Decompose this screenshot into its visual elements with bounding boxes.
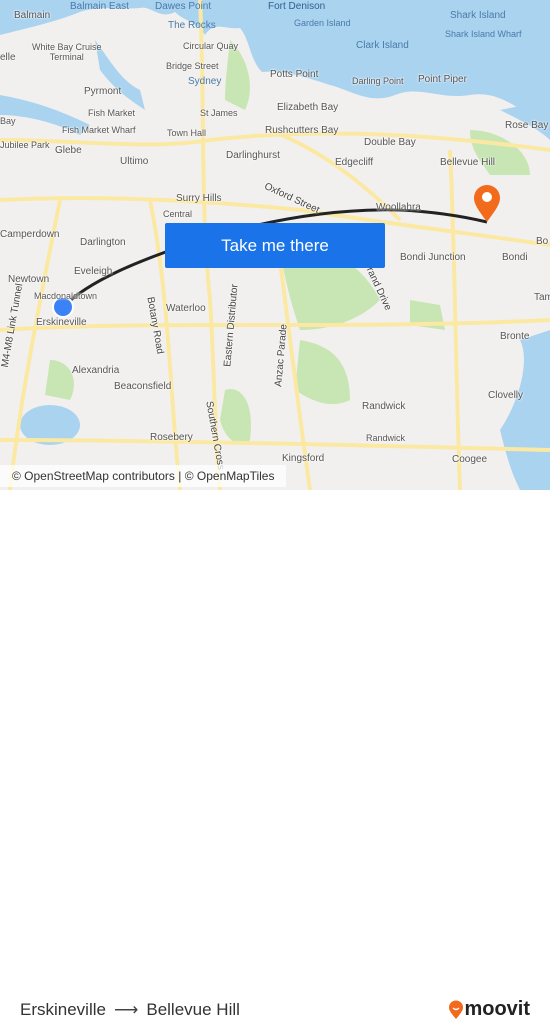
map-label: Balmain East bbox=[70, 1, 129, 12]
map-label: Randwick bbox=[366, 433, 406, 443]
map-attribution[interactable]: © OpenStreetMap contributors | © OpenMap… bbox=[0, 465, 287, 487]
map-label: Edgecliff bbox=[335, 157, 374, 168]
map-label: Tam bbox=[534, 292, 550, 303]
destination-name: Bellevue Hill bbox=[146, 1000, 240, 1019]
map-label: Beaconsfield bbox=[114, 381, 172, 392]
map-label: Waterloo bbox=[166, 303, 206, 314]
map-label: Pyrmont bbox=[84, 86, 122, 97]
map-label: Dawes Point bbox=[155, 1, 212, 12]
map-label: Garden Island bbox=[294, 18, 351, 28]
map-label: Eveleigh bbox=[74, 266, 113, 277]
map-label: Shark Island Wharf bbox=[445, 29, 522, 39]
map-label: Coogee bbox=[452, 454, 488, 465]
map-label: St James bbox=[200, 108, 238, 118]
take-me-there-button[interactable]: Take me there bbox=[165, 223, 385, 268]
origin-name: Erskineville bbox=[20, 1000, 106, 1019]
map-label: Randwick bbox=[362, 401, 406, 412]
arrow-right-icon: ⟶ bbox=[113, 1000, 139, 1019]
map-label: Bay bbox=[0, 116, 16, 126]
ocean bbox=[500, 330, 550, 490]
map-label: Bondi bbox=[502, 252, 528, 263]
map-label: Camperdown bbox=[0, 229, 60, 240]
map-label: Point Piper bbox=[418, 74, 467, 85]
map-label: Glebe bbox=[55, 145, 82, 156]
map-label: The Rocks bbox=[168, 20, 216, 31]
map-label: Alexandria bbox=[72, 365, 120, 376]
map-label: Fort Denison bbox=[268, 1, 326, 12]
map-label: elle bbox=[0, 52, 16, 63]
map-label: Rosebery bbox=[150, 432, 193, 443]
map-label: Fish Market bbox=[88, 108, 136, 118]
map-label: Rushcutters Bay bbox=[265, 125, 339, 136]
map-label: Darlington bbox=[80, 237, 126, 248]
map-label: Fish Market Wharf bbox=[62, 125, 136, 135]
route-summary: Erskineville ⟶ Bellevue Hill bbox=[20, 1000, 240, 1020]
moovit-pin-icon bbox=[449, 1000, 464, 1019]
map-label: Sydney bbox=[188, 76, 222, 87]
map-label: Darlinghurst bbox=[226, 150, 280, 161]
map-label: Shark Island bbox=[450, 10, 506, 21]
map-label: Rose Bay bbox=[505, 120, 549, 131]
map-label: Bridge Street bbox=[166, 61, 219, 71]
map-label: Circular Quay bbox=[183, 41, 239, 51]
map-label: Bondi Junction bbox=[400, 252, 466, 263]
map-label: Potts Point bbox=[270, 69, 319, 80]
map-label: Elizabeth Bay bbox=[277, 102, 339, 113]
centennial-park bbox=[295, 340, 350, 405]
map-label: Ultimo bbox=[120, 156, 149, 167]
map-label: Jubilee Park bbox=[0, 140, 50, 150]
map-label: Darling Point bbox=[352, 76, 404, 86]
map-label: Balmain bbox=[14, 10, 51, 21]
map-label: Bo bbox=[536, 236, 549, 247]
destination-marker bbox=[474, 185, 500, 222]
map-label: Surry Hills bbox=[176, 193, 222, 204]
map-label: Macdonaldtown bbox=[34, 291, 98, 301]
footer: Erskineville ⟶ Bellevue Hill moovit bbox=[0, 490, 550, 1020]
map-label: Town Hall bbox=[167, 128, 207, 138]
moovit-logo: moovit bbox=[448, 998, 530, 1021]
map-label: White Bay Cruise Terminal bbox=[32, 42, 102, 62]
map-label: Woollahra bbox=[376, 202, 421, 213]
map-label: Bellevue Hill bbox=[440, 157, 496, 168]
map-label: Clark Island bbox=[356, 40, 409, 51]
golf-course bbox=[220, 389, 251, 444]
map-label: Erskineville bbox=[36, 317, 87, 328]
map[interactable]: Balmain Balmain East Dawes Point The Roc… bbox=[0, 0, 550, 490]
map-label: Bronte bbox=[500, 331, 530, 342]
map-label: Kingsford bbox=[282, 453, 325, 464]
brand-name: moovit bbox=[464, 998, 530, 1020]
map-label: Clovelly bbox=[488, 390, 524, 401]
map-label: Double Bay bbox=[364, 137, 416, 148]
map-label: Central bbox=[163, 209, 193, 219]
darling-harbour-water bbox=[95, 40, 145, 110]
